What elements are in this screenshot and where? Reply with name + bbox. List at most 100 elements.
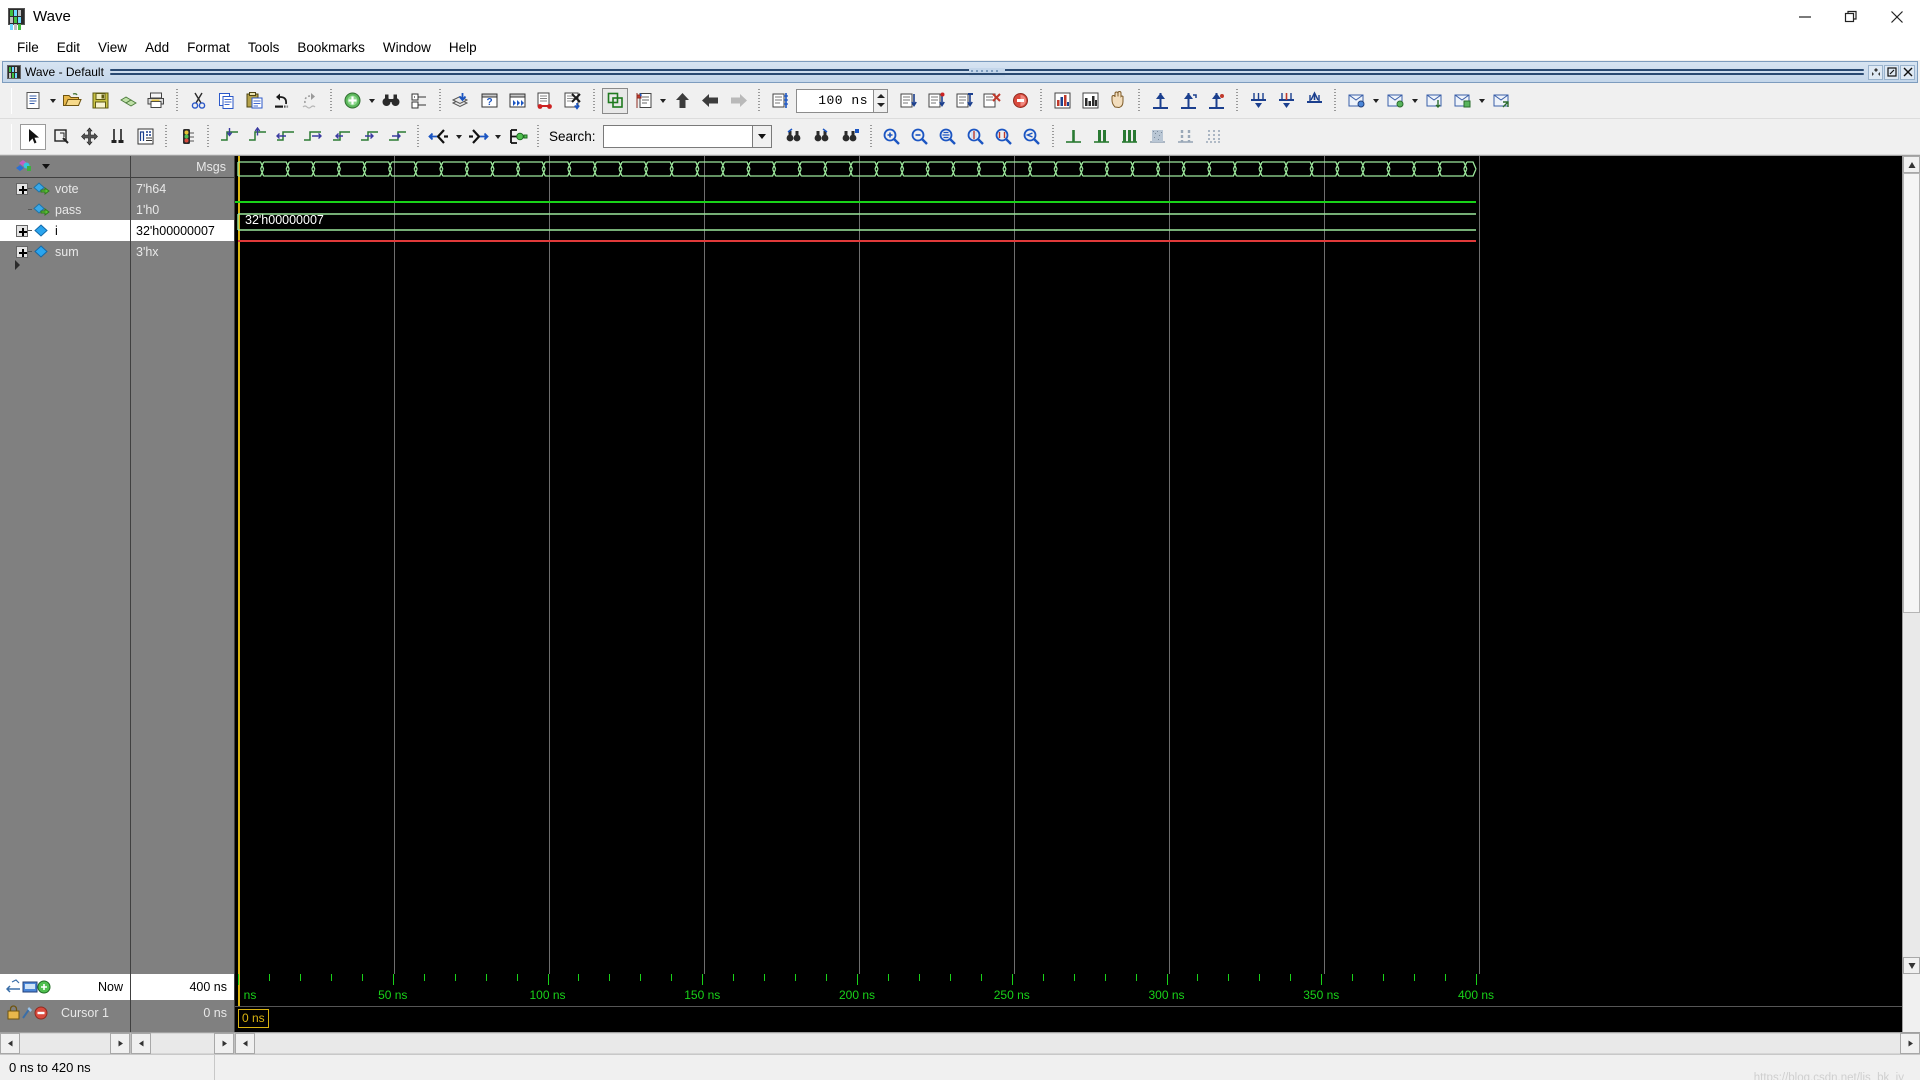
step-back-button[interactable] <box>697 88 723 114</box>
lock-cursor-button[interactable] <box>1301 88 1327 114</box>
value-scroll-left-button[interactable] <box>131 1033 151 1054</box>
break-button[interactable] <box>560 88 586 114</box>
find-up-button[interactable] <box>1203 88 1229 114</box>
restore-button[interactable] <box>1828 0 1874 34</box>
signal-row-pass[interactable]: pass <box>0 199 130 220</box>
add-wave-dropdown[interactable] <box>366 88 377 114</box>
delete-cursor-button[interactable] <box>1273 88 1299 114</box>
scroll-down-button[interactable] <box>1903 957 1920 974</box>
format-color-dropdown[interactable] <box>1409 88 1420 114</box>
run-length-value[interactable]: 100 ns <box>796 88 874 113</box>
find-previous-transition-button[interactable] <box>1147 88 1173 114</box>
mdi-maximize-button[interactable] <box>1884 64 1899 80</box>
zoom-out-button[interactable] <box>907 124 933 150</box>
print-button[interactable] <box>143 88 169 114</box>
mdi-close-button[interactable] <box>1900 64 1915 80</box>
move-edge-right-button[interactable] <box>356 124 382 150</box>
run-length-spin-buttons[interactable] <box>874 88 888 113</box>
delete-edge-button[interactable] <box>244 124 270 150</box>
redo-button[interactable] <box>297 88 323 114</box>
continue-sim-button[interactable] <box>951 88 977 114</box>
expand-toggle-sum[interactable] <box>16 245 28 258</box>
undo-button[interactable] <box>269 88 295 114</box>
scroll-up-button[interactable] <box>1903 156 1920 173</box>
reload-button[interactable] <box>115 88 141 114</box>
insert-bookmark-dropdown[interactable] <box>657 88 668 114</box>
menu-file[interactable]: File <box>8 37 48 58</box>
cut-button[interactable] <box>185 88 211 114</box>
format-color-button[interactable] <box>1382 88 1408 114</box>
menu-edit[interactable]: Edit <box>48 37 89 58</box>
format-combine-dropdown[interactable] <box>1476 88 1487 114</box>
close-button[interactable] <box>1874 0 1920 34</box>
menu-bookmarks[interactable]: Bookmarks <box>288 37 374 58</box>
menu-format[interactable]: Format <box>178 37 239 58</box>
insert-cursor-button[interactable] <box>1245 88 1271 114</box>
new-document-dropdown[interactable] <box>47 88 58 114</box>
cursor-label-row[interactable]: Cursor 1 <box>0 1000 130 1026</box>
profile-button[interactable] <box>1049 88 1075 114</box>
find-button[interactable] <box>378 88 404 114</box>
expand-right-button[interactable] <box>465 124 491 150</box>
view-dashed-button[interactable] <box>1173 124 1199 150</box>
timeline-axis[interactable]: ns 50 ns 100 ns 150 ns 200 ns 250 ns 300 ns 350… <box>235 974 1902 1006</box>
minimize-button[interactable] <box>1782 0 1828 34</box>
cursor-1-line[interactable] <box>238 156 240 974</box>
stretch-edge-left-button[interactable] <box>272 124 298 150</box>
wave-vertical-scrollbar[interactable] <box>1902 156 1920 974</box>
run-length-button[interactable] <box>767 88 793 114</box>
zoom-last-button[interactable] <box>1019 124 1045 150</box>
toolbar-handle-1[interactable] <box>11 87 12 114</box>
format-combine-button[interactable] <box>1449 88 1475 114</box>
menu-add[interactable]: Add <box>136 37 178 58</box>
toolbar-handle-2[interactable] <box>11 123 12 150</box>
cursor-1-flag[interactable]: 0 ns <box>238 1009 269 1028</box>
view-single-button[interactable] <box>1061 124 1087 150</box>
view-grid-button[interactable] <box>1117 124 1143 150</box>
zoom-mode-button[interactable] <box>48 124 74 150</box>
search-prev-button[interactable] <box>781 124 807 150</box>
expand-toggle-vote[interactable] <box>16 182 28 195</box>
expand-all-button[interactable] <box>504 124 530 150</box>
vertical-scroll-track[interactable] <box>1903 173 1920 957</box>
search-input[interactable] <box>602 125 753 148</box>
step-up-button[interactable] <box>669 88 695 114</box>
name-pane-hscrollbar[interactable] <box>0 1033 131 1054</box>
view-dotted-button[interactable] <box>1201 124 1227 150</box>
expand-left-dropdown[interactable] <box>453 124 464 150</box>
menu-view[interactable]: View <box>89 37 136 58</box>
compare-button[interactable] <box>602 87 628 114</box>
zoom-in-button[interactable] <box>879 124 905 150</box>
signal-row-i[interactable]: i <box>0 220 130 241</box>
waveform-canvas[interactable]: 32'h00000007 <box>235 156 1902 974</box>
run-all-button[interactable] <box>532 88 558 114</box>
zoom-range-button[interactable] <box>991 124 1017 150</box>
step-forward-button[interactable] <box>725 88 751 114</box>
format-expand-button[interactable] <box>1488 88 1514 114</box>
wave-pane-hscrollbar[interactable] <box>235 1033 1920 1054</box>
stop-red-button[interactable] <box>1007 88 1033 114</box>
new-document-button[interactable] <box>20 88 46 114</box>
wave-scroll-right-button[interactable] <box>1900 1033 1920 1054</box>
expand-right-dropdown[interactable] <box>492 124 503 150</box>
run-length-spinner[interactable]: 100 ns <box>796 88 888 113</box>
value-scroll-track[interactable] <box>151 1033 214 1054</box>
run-button[interactable]: ? <box>476 88 502 114</box>
menu-tools[interactable]: Tools <box>239 37 289 58</box>
view-dither-button[interactable] <box>1145 124 1171 150</box>
find-next-transition-button[interactable] <box>1175 88 1201 114</box>
view-split-button[interactable] <box>1089 124 1115 150</box>
zoom-full-button[interactable] <box>935 124 961 150</box>
expand-left-button[interactable] <box>426 124 452 150</box>
format-radix-dropdown[interactable] <box>1370 88 1381 114</box>
pan-hand-button[interactable] <box>1105 88 1131 114</box>
wave-scroll-left-button[interactable] <box>235 1033 255 1054</box>
break-sim-button[interactable] <box>979 88 1005 114</box>
traffic-light-button[interactable] <box>174 124 200 150</box>
wave-scroll-track[interactable] <box>255 1033 1900 1054</box>
paste-button[interactable] <box>241 88 267 114</box>
edit-mode-button[interactable] <box>132 124 158 150</box>
signal-row-vote[interactable]: vote <box>0 178 130 199</box>
name-scroll-right-button[interactable] <box>110 1033 130 1054</box>
value-scroll-right-button[interactable] <box>214 1033 234 1054</box>
